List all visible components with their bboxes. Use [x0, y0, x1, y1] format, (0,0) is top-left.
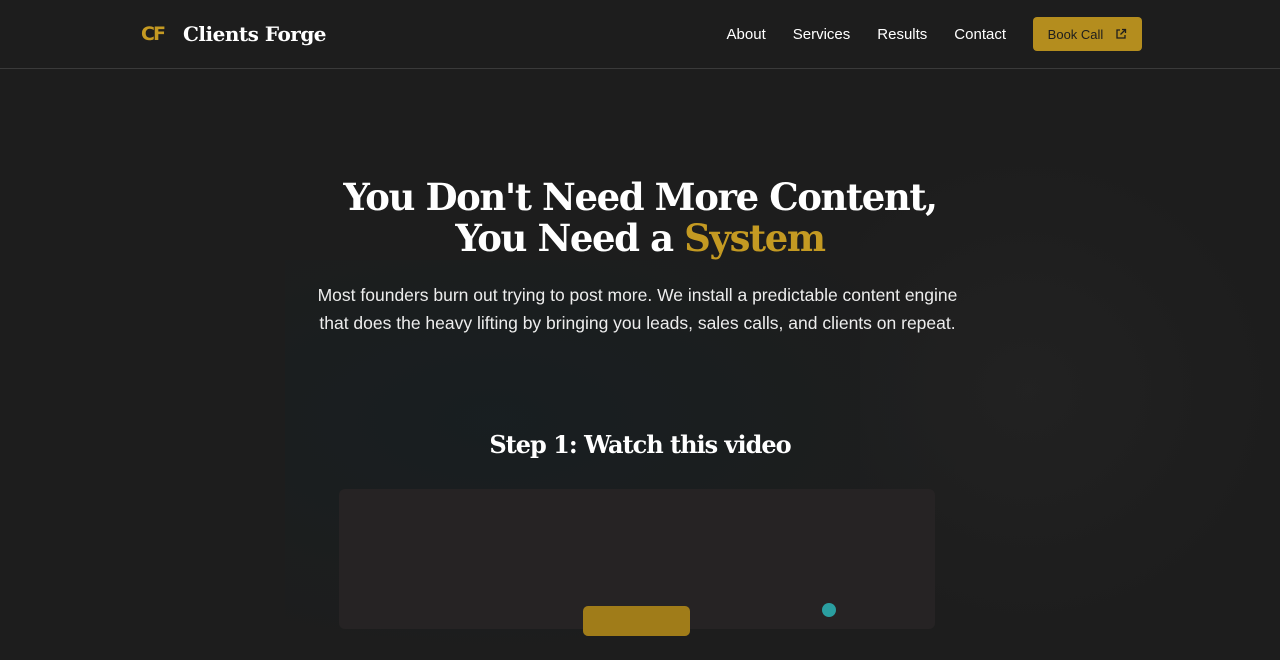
hero-title-line2: You Need a: [455, 216, 685, 260]
hero-title-line1: You Don't Need More Content,: [343, 175, 938, 219]
external-link-icon: [1116, 28, 1127, 39]
nav-services[interactable]: Services: [793, 26, 851, 43]
book-call-button[interactable]: Book Call: [1033, 17, 1142, 51]
nav-results[interactable]: Results: [877, 26, 927, 43]
video-play-button[interactable]: [583, 606, 690, 636]
nav-about[interactable]: About: [727, 26, 766, 43]
main-nav: About Services Results Contact Book Call: [727, 17, 1142, 51]
step-title: Step 1: Watch this video: [489, 430, 791, 459]
brand-name: Clients Forge: [183, 22, 327, 46]
logo-mark: CF: [141, 23, 166, 45]
hero-title-accent: System: [684, 216, 826, 260]
site-header: CF Clients Forge About Services Results …: [0, 0, 1280, 69]
hero-title: You Don't Need More Content, You Need a …: [0, 177, 1280, 259]
nav-contact[interactable]: Contact: [954, 26, 1006, 43]
video-player[interactable]: [339, 489, 935, 636]
hero-subtitle: Most founders burn out trying to post mo…: [317, 285, 958, 333]
video-badge-icon: [822, 603, 836, 617]
book-call-label: Book Call: [1047, 26, 1104, 42]
logo[interactable]: CF Clients Forge: [141, 22, 327, 46]
